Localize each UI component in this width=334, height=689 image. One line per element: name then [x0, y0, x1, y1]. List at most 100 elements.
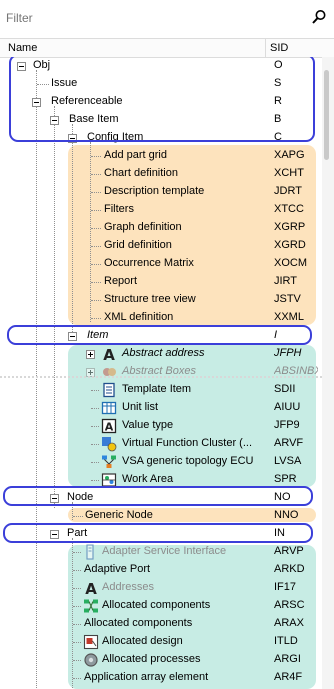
row-label: Filters [104, 203, 134, 215]
row-label: Template Item [122, 383, 192, 395]
row-label: Graph definition [104, 221, 182, 233]
row-label: VSA generic topology ECU [122, 455, 254, 467]
row-label: Addresses [102, 581, 154, 593]
row-sid: LVSA [274, 455, 302, 467]
process-gear-icon [84, 653, 98, 667]
tree-row-unit-list[interactable]: Unit list AIUU [0, 399, 322, 417]
letter-a-box-icon: A [101, 418, 117, 434]
row-label: Generic Node [85, 509, 153, 521]
row-sid: XAPG [274, 149, 305, 161]
tree-line [73, 516, 83, 517]
tree-row-virtual-function-cluster[interactable]: Virtual Function Cluster (... ARVF [0, 435, 322, 453]
tree-row-structure-tree-view[interactable]: Structure tree view JSTV [0, 291, 322, 309]
row-label: Adaptive Port [84, 563, 151, 575]
tree-row-filters[interactable]: Filters XTCC [0, 201, 322, 219]
tree-line [91, 444, 99, 445]
row-sid: IF17 [274, 581, 297, 593]
row-label: Unit list [122, 401, 159, 413]
row-label: Chart definition [104, 167, 178, 179]
cluster-node-icon [102, 437, 117, 452]
annotation-box-part [3, 523, 313, 543]
tree-row-adaptive-port[interactable]: Adaptive Port ARKD [0, 561, 322, 579]
tree-line [73, 624, 81, 625]
tree-row-allocated-components-2[interactable]: Allocated components ARAX [0, 615, 322, 633]
tree-row-addresses[interactable]: A Addresses IF17 [0, 579, 322, 597]
row-label: Description template [104, 185, 205, 197]
row-label: Structure tree view [104, 293, 196, 305]
tree-line [91, 426, 99, 427]
column-header: Name SID [0, 38, 334, 58]
row-sid: XXML [274, 311, 304, 323]
tree-row-graph-definition[interactable]: Graph definition XGRP [0, 219, 322, 237]
design-icon [83, 634, 99, 650]
tree-row-add-part-grid[interactable]: Add part grid XAPG [0, 147, 322, 165]
tree-line [91, 300, 101, 301]
tree-row-vsa-generic-topology-ecu[interactable]: VSA generic topology ECU LVSA [0, 453, 322, 471]
tree-line [73, 660, 81, 661]
annotation-box-node [3, 486, 313, 506]
row-label: XML definition [104, 311, 174, 323]
tree-row-application-array-element[interactable]: Application array element AR4F [0, 669, 322, 687]
tree-row-chart-definition[interactable]: Chart definition XCHT [0, 165, 322, 183]
tree-line [91, 210, 101, 211]
tree-row-report[interactable]: Report JIRT [0, 273, 322, 291]
tree-row-template-item[interactable]: Template Item SDII [0, 381, 322, 399]
tree-row-allocated-processes[interactable]: Allocated processes ARGI [0, 651, 322, 669]
row-label: Report [104, 275, 138, 287]
tree-row-allocated-components[interactable]: Allocated components ARSC [0, 597, 322, 615]
row-sid: XOCM [274, 257, 307, 269]
row-sid: XGRP [274, 221, 306, 233]
svg-text:A: A [85, 580, 97, 596]
tree-line [73, 570, 81, 571]
tree-line [91, 174, 101, 175]
tree-row-abstract-address[interactable]: A Abstract address JFPH [0, 345, 322, 363]
tree-row-value-type[interactable]: A Value type JFP9 [0, 417, 322, 435]
row-sid: JSTV [274, 293, 301, 305]
tree-line [91, 228, 101, 229]
tree-row-abstract-boxes[interactable]: Abstract Boxes ABSINBX [0, 363, 322, 381]
row-sid: JFP9 [274, 419, 300, 431]
tree-line [91, 390, 99, 391]
document-icon [103, 382, 115, 398]
row-sid: AR4F [274, 671, 303, 683]
row-label: Allocated design [102, 635, 183, 647]
tree-line [91, 156, 101, 157]
tree-row-allocated-design[interactable]: Allocated design ITLD [0, 633, 322, 651]
row-label: Grid definition [104, 239, 172, 251]
row-sid: ARKD [274, 563, 305, 575]
interface-icon [86, 544, 94, 560]
tree-row-occurrence-matrix[interactable]: Occurrence Matrix XOCM [0, 255, 322, 273]
row-sid: ARVP [274, 545, 304, 557]
column-sid-header[interactable]: SID [270, 42, 288, 54]
scrollbar-thumb[interactable] [324, 70, 329, 160]
row-sid: AIUU [274, 401, 301, 413]
component-tree-icon [84, 599, 98, 613]
row-sid: XCHT [274, 167, 304, 179]
tree-line [91, 246, 101, 247]
row-sid: XTCC [274, 203, 304, 215]
row-label: Occurrence Matrix [104, 257, 194, 269]
tree-line [73, 588, 81, 589]
letter-a-icon: A [103, 346, 115, 362]
row-sid: SPR [274, 473, 297, 485]
filter-input[interactable] [4, 8, 308, 28]
row-sid: JIRT [274, 275, 298, 287]
expand-toggle[interactable] [86, 350, 95, 359]
tree-row-description-template[interactable]: Description template JDRT [0, 183, 322, 201]
filter-bar [0, 0, 334, 36]
row-sid: JFPH [274, 347, 302, 359]
tree-row-adapter-service-interface[interactable]: Adapter Service Interface ARVP [0, 543, 322, 561]
annotation-box-item [7, 325, 312, 345]
tree-row-grid-definition[interactable]: Grid definition XGRD [0, 237, 322, 255]
tree-view: Obj O Issue S Referenceable R Base Item … [0, 57, 322, 689]
row-sid: ARGI [274, 653, 301, 665]
search-icon[interactable] [311, 9, 327, 25]
row-sid: SDII [274, 383, 296, 395]
network-icon [102, 455, 116, 468]
tree-line [73, 552, 81, 553]
column-name-header[interactable]: Name [8, 42, 37, 54]
svg-text:A: A [103, 346, 115, 362]
column-separator[interactable] [265, 39, 266, 57]
row-label: Work Area [122, 473, 174, 485]
annotation-box-hierarchy [9, 57, 315, 142]
